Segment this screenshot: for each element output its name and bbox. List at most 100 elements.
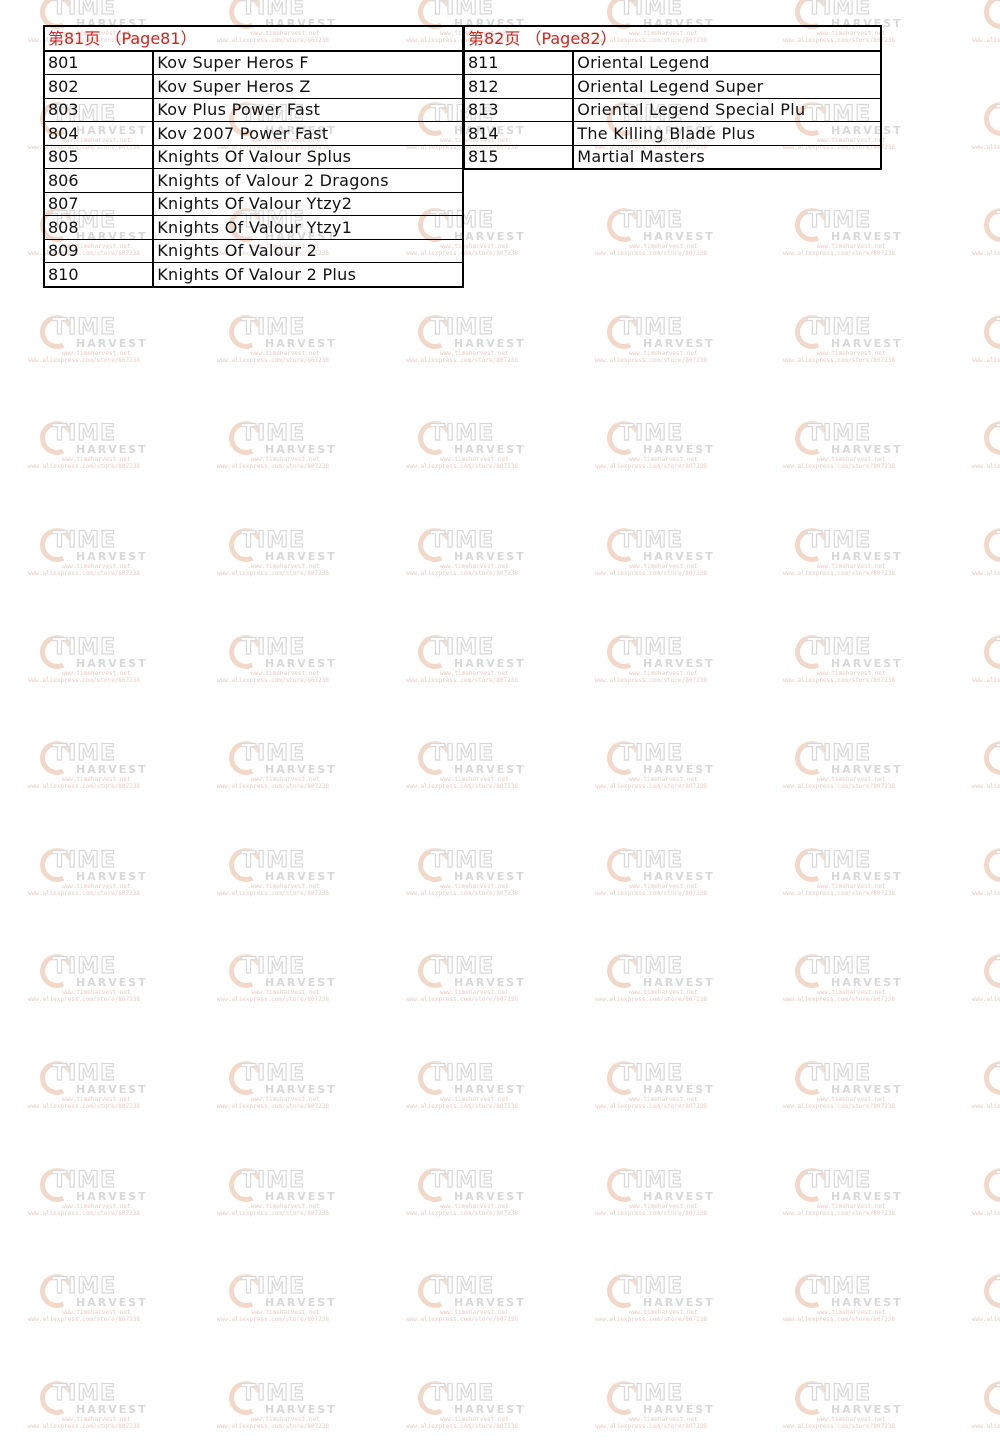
watermark-store-url: www.aliexpress.com/store/807238 xyxy=(972,1316,1000,1324)
crescent-icon xyxy=(790,1056,834,1100)
watermark-logo: TIMEHARVESTwww.timeharvest.netwww.aliexp… xyxy=(972,310,1000,375)
crescent-icon xyxy=(979,843,1000,887)
watermark-store-url: www.aliexpress.com/store/807238 xyxy=(595,570,707,577)
watermark-brand-top: TIME xyxy=(806,314,872,340)
crescent-icon xyxy=(224,629,268,674)
watermark-brand-bottom: HARVEST xyxy=(76,550,148,563)
watermark-store-url: www.aliexpress.com/store/807238 xyxy=(217,783,329,791)
watermark-brand-top: TIME xyxy=(995,1060,1000,1086)
watermark-brand-bottom: HARVEST xyxy=(643,336,715,350)
watermark-brand-bottom: HARVEST xyxy=(831,443,903,457)
watermark-url: www.timeharvest.net xyxy=(440,456,509,464)
table-row: 805 Knights Of Valour Splus xyxy=(43,144,464,169)
watermark-store-url: www.aliexpress.com/store/807238 xyxy=(28,783,140,791)
crescent-icon xyxy=(224,736,268,780)
crescent-icon xyxy=(602,416,646,461)
watermark-brand-top: TIME xyxy=(806,1060,872,1086)
crescent-icon xyxy=(413,1269,457,1313)
watermark-logo: TIMEHARVESTwww.timeharvest.netwww.aliexp… xyxy=(972,1056,1000,1121)
watermark-brand-top: TIME xyxy=(618,1380,684,1406)
watermark-store-url: www.aliexpress.com/store/807238 xyxy=(783,783,895,791)
watermark-url: www.timeharvest.net xyxy=(817,669,886,677)
crescent-icon xyxy=(35,416,79,461)
crescent-icon xyxy=(602,1056,646,1100)
watermark-store-url: www.aliexpress.com/store/807238 xyxy=(783,1422,895,1430)
crescent-icon xyxy=(224,523,268,567)
watermark-url: www.timeharvest.net xyxy=(817,1202,886,1210)
watermark-logo: TIMEHARVESTwww.timeharvest.netwww.aliexp… xyxy=(28,1056,170,1121)
crescent-icon xyxy=(35,310,79,354)
watermark-url: www.timeharvest.net xyxy=(629,456,698,464)
watermark-url: www.timeharvest.net xyxy=(251,989,320,997)
watermark-store-url: www.aliexpress.com/store/807238 xyxy=(28,676,140,684)
watermark-store-url: www.aliexpress.com/store/807238 xyxy=(406,463,518,471)
watermark-url: www.timeharvest.net xyxy=(251,456,320,464)
watermark-brand-top: TIME xyxy=(618,1060,684,1086)
watermark-logo: TIMEHARVESTwww.timeharvest.netwww.aliexp… xyxy=(972,843,1000,908)
watermark-brand-top: TIME xyxy=(240,634,306,660)
watermark-brand-bottom: HARVEST xyxy=(643,1296,715,1310)
watermark-url: www.timeharvest.net xyxy=(62,563,131,570)
watermark-store-url: www.aliexpress.com/store/807238 xyxy=(595,996,707,1004)
watermark-logo: TIMEHARVESTwww.timeharvest.netwww.aliexp… xyxy=(972,1376,1000,1441)
crescent-icon xyxy=(35,1162,79,1207)
watermark-brand-top: TIME xyxy=(618,741,684,767)
watermark-brand-top: TIME xyxy=(51,1380,117,1406)
watermark-store-url: www.aliexpress.com/store/807238 xyxy=(406,1422,518,1430)
crescent-icon xyxy=(979,310,1000,354)
watermark-brand-bottom: HARVEST xyxy=(265,976,337,990)
watermark-logo: TIMEHARVESTwww.timeharvest.netwww.aliexp… xyxy=(783,1162,925,1228)
watermark-store-url: www.aliexpress.com/store/807238 xyxy=(217,996,329,1004)
crescent-icon xyxy=(602,949,646,994)
watermark-logo: TIMEHARVESTwww.timeharvest.netwww.aliexp… xyxy=(28,1162,170,1228)
watermark-brand-top: TIME xyxy=(429,741,495,767)
watermark-brand-top: TIME xyxy=(240,421,306,447)
watermark-url: www.timeharvest.net xyxy=(251,1096,320,1103)
watermark-brand-bottom: HARVEST xyxy=(643,656,715,670)
watermark-store-url: www.aliexpress.com/store/807238 xyxy=(595,783,707,791)
watermark-url: www.timeharvest.net xyxy=(251,669,320,677)
watermark-brand-bottom: HARVEST xyxy=(265,763,337,777)
crescent-icon xyxy=(35,736,79,780)
watermark-url: www.timeharvest.net xyxy=(440,349,509,357)
game-name: Knights Of Valour 2 xyxy=(152,238,464,263)
watermark-brand-top: TIME xyxy=(995,847,1000,873)
watermark-logo: TIMEHARVESTwww.timeharvest.netwww.aliexp… xyxy=(595,629,737,695)
crescent-icon xyxy=(790,1162,834,1207)
crescent-icon xyxy=(224,1269,268,1313)
watermark-logo: TIMEHARVESTwww.timeharvest.netwww.aliexp… xyxy=(28,736,170,801)
crescent-icon xyxy=(35,1269,79,1313)
watermark-url: www.timeharvest.net xyxy=(440,1309,509,1317)
watermark-brand-bottom: HARVEST xyxy=(643,443,715,457)
watermark-logo: TIMEHARVESTwww.timeharvest.netwww.aliexp… xyxy=(972,736,1000,801)
game-number: 815 xyxy=(463,144,575,170)
watermark-brand-bottom: HARVEST xyxy=(831,763,903,777)
crescent-icon xyxy=(790,949,834,994)
watermark-url: www.timeharvest.net xyxy=(629,1202,698,1210)
crescent-icon xyxy=(224,1162,268,1207)
watermark-store-url: www.aliexpress.com/store/807238 xyxy=(972,1422,1000,1430)
watermark-brand-top: TIME xyxy=(806,634,872,660)
watermark-logo: TIMEHARVESTwww.timeharvest.netwww.aliexp… xyxy=(406,949,548,1014)
game-number: 804 xyxy=(43,121,155,146)
game-number: 803 xyxy=(43,97,155,122)
watermark-brand-top: TIME xyxy=(995,1274,1000,1300)
watermark-url: www.timeharvest.net xyxy=(629,563,698,570)
watermark-store-url: www.aliexpress.com/store/807238 xyxy=(783,996,895,1004)
watermark-logo: TIMEHARVESTwww.timeharvest.netwww.aliexp… xyxy=(595,203,737,268)
watermark-brand-top: TIME xyxy=(995,1167,1000,1193)
watermark-url: www.timeharvest.net xyxy=(62,456,131,464)
crescent-icon xyxy=(35,629,79,674)
watermark-store-url: www.aliexpress.com/store/807238 xyxy=(28,570,140,577)
crescent-icon xyxy=(35,523,79,567)
watermark-url: www.timeharvest.net xyxy=(440,1202,509,1210)
watermark-brand-top: TIME xyxy=(618,1167,684,1193)
watermark-store-url: www.aliexpress.com/store/807238 xyxy=(595,1422,707,1430)
watermark-brand-top: TIME xyxy=(995,208,1000,234)
watermark-logo: TIMEHARVESTwww.timeharvest.netwww.aliexp… xyxy=(406,1376,548,1441)
watermark-brand-bottom: HARVEST xyxy=(454,869,526,883)
watermark-brand-bottom: HARVEST xyxy=(454,550,526,563)
watermark-brand-top: TIME xyxy=(995,421,1000,447)
game-number: 810 xyxy=(43,262,155,287)
watermark-brand-top: TIME xyxy=(995,1380,1000,1406)
